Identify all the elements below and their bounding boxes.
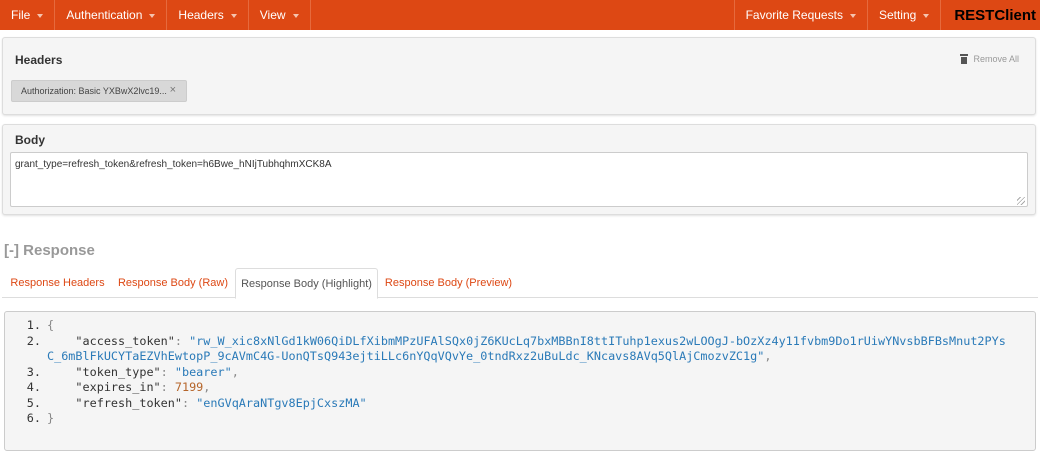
- headers-panel-title: Headers: [15, 53, 63, 67]
- line-number: 2.: [26, 333, 41, 348]
- menu-headers-label: Headers: [178, 8, 224, 22]
- caret-down-icon: [923, 13, 930, 18]
- header-tag-label: Authorization: Basic YXBwX2lvc19...: [21, 86, 167, 96]
- body-panel-title: Body: [15, 133, 45, 147]
- menu-setting-label: Setting: [878, 8, 917, 22]
- caret-down-icon: [149, 13, 156, 18]
- tab-response-headers[interactable]: Response Headers: [2, 268, 113, 298]
- menu-favorite-requests[interactable]: Favorite Requests: [733, 0, 867, 30]
- code-line: 3. "token_type": "bearer",: [5, 365, 1035, 381]
- menu-file[interactable]: File: [0, 0, 56, 30]
- code-line: 5. "refresh_token": "enGVqAraNTgv8EpjCxs…: [5, 396, 1035, 412]
- menu-authentication-label: Authentication: [66, 8, 143, 22]
- top-navbar: File Authentication Headers View Favorit…: [0, 0, 1040, 30]
- caret-down-icon: [292, 13, 299, 18]
- caret-down-icon: [37, 13, 44, 18]
- close-icon[interactable]: ×: [170, 85, 176, 96]
- menu-headers[interactable]: Headers: [167, 0, 249, 30]
- headers-panel: Headers Remove All Authorization: Basic …: [2, 37, 1036, 115]
- menu-setting[interactable]: Setting: [866, 0, 940, 30]
- line-number: 3.: [26, 364, 41, 379]
- menu-view[interactable]: View: [249, 0, 311, 30]
- line-number: 5.: [26, 395, 41, 410]
- nav-right-menu: Favorite Requests Setting RESTClient: [733, 0, 1040, 30]
- tab-response-body-highlight[interactable]: Response Body (Highlight): [235, 268, 378, 299]
- json-key: "expires_in": [75, 380, 161, 394]
- json-key: "token_type": [75, 364, 161, 379]
- brand-logo: RESTClient: [940, 0, 1040, 30]
- json-string-value: "rw_W_xic8xNlGd1kW06QiDLfXibmMPzUFAlSQx0…: [47, 333, 1006, 364]
- json-key: "refresh_token": [75, 395, 182, 410]
- remove-all-label: Remove All: [973, 54, 1019, 64]
- remove-all-button[interactable]: Remove All: [960, 54, 1019, 64]
- code-line: 2. "access_token": "rw_W_xic8xNlGd1kW06Q…: [5, 334, 1035, 365]
- json-brace: }: [47, 411, 55, 425]
- menu-file-label: File: [11, 8, 31, 22]
- request-body-textarea[interactable]: grant_type=refresh_token&refresh_token=h…: [10, 152, 1028, 207]
- code-line: 6. }: [5, 411, 1035, 427]
- response-body-code: 1. { 2. "access_token": "rw_W_xic8xNlGd1…: [4, 311, 1036, 451]
- code-line: 4. "expires_in": 7199,: [5, 380, 1035, 396]
- response-tabs: Response Headers Response Body (Raw) Res…: [2, 268, 1038, 299]
- json-key: "access_token": [75, 333, 175, 348]
- menu-favorite-requests-label: Favorite Requests: [745, 8, 843, 22]
- line-number: 1.: [26, 318, 41, 332]
- line-number: 4.: [26, 380, 41, 394]
- nav-left-menu: File Authentication Headers View: [0, 0, 311, 30]
- tab-response-body-preview[interactable]: Response Body (Preview): [379, 268, 518, 298]
- json-number-value: 7199: [174, 380, 204, 394]
- menu-authentication[interactable]: Authentication: [55, 0, 168, 30]
- menu-view-label: View: [259, 8, 286, 22]
- line-number: 6.: [26, 411, 41, 425]
- response-section-title[interactable]: [-] Response: [4, 242, 95, 259]
- tab-response-body-raw[interactable]: Response Body (Raw): [113, 268, 233, 298]
- json-brace: {: [47, 318, 55, 332]
- code-line: 1. {: [5, 318, 1035, 334]
- caret-down-icon: [230, 13, 237, 18]
- json-string-value: "bearer": [174, 364, 232, 379]
- resize-grip-icon[interactable]: [1017, 197, 1025, 205]
- caret-down-icon: [849, 13, 856, 18]
- body-panel: Body grant_type=refresh_token&refresh_to…: [2, 124, 1036, 215]
- trash-icon: [960, 54, 969, 64]
- json-string-value: "enGVqAraNTgv8EpjCxszMA": [196, 395, 367, 410]
- header-tag-authorization[interactable]: Authorization: Basic YXBwX2lvc19... ×: [11, 80, 187, 102]
